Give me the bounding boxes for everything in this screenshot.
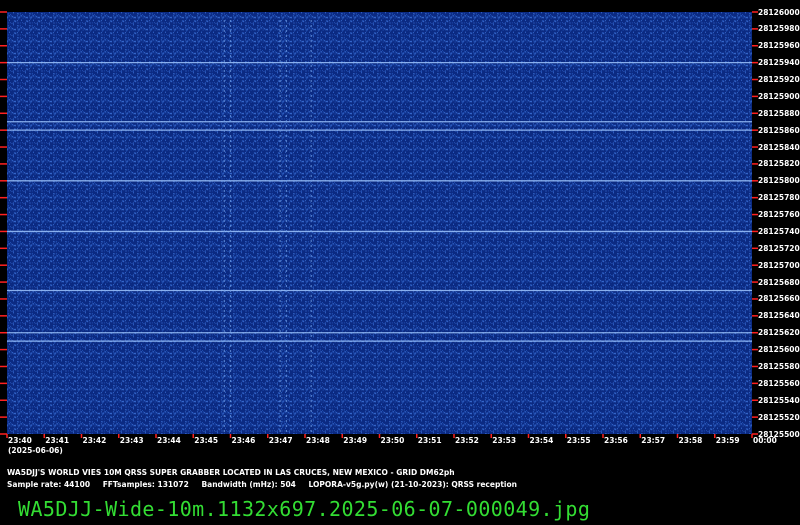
freq-label: 28125820	[758, 159, 800, 169]
freq-label: 28125700	[758, 260, 800, 270]
time-label: 23:47	[268, 436, 293, 445]
freq-label: 28125540	[758, 395, 800, 405]
freq-label: 28125960	[758, 41, 800, 51]
parameters-line: Sample rate: 44100 FFTsamples: 131072 Ba…	[7, 480, 527, 489]
freq-label: 28125980	[758, 24, 800, 34]
time-label: 23:41	[45, 436, 70, 445]
freq-label: 28125600	[758, 345, 800, 355]
time-label: 23:55	[566, 436, 591, 445]
time-label: 23:52	[455, 436, 479, 445]
time-label: 23:48	[306, 436, 330, 445]
freq-label: 28125640	[758, 311, 800, 321]
time-label: 00:00	[753, 436, 777, 445]
freq-label: 28125900	[758, 91, 800, 101]
time-label: 23:51	[417, 436, 442, 445]
freq-label: 28125660	[758, 294, 800, 304]
time-label: 23:40	[8, 436, 32, 445]
freq-label: 28125580	[758, 361, 800, 371]
station-info-line: WA5DJJ'S WORLD VIES 10M QRSS SUPER GRABB…	[7, 468, 455, 477]
freq-label: 28125780	[758, 193, 800, 203]
freq-label: 28125680	[758, 277, 800, 287]
time-label: 23:45	[194, 436, 219, 445]
filename-caption: WA5DJJ-Wide-10m.1132x697.2025-06-07-0000…	[18, 497, 591, 521]
freq-label: 28125800	[758, 176, 800, 186]
time-label: 23:59	[715, 436, 740, 445]
time-label: 23:50	[380, 436, 405, 445]
freq-label: 28125760	[758, 210, 800, 220]
freq-label: 28125620	[758, 328, 800, 338]
time-label: 23:42	[82, 436, 107, 445]
freq-label: 28125740	[758, 226, 800, 236]
time-label: 23:56	[604, 436, 628, 445]
noise-texture	[7, 12, 752, 434]
freq-label: 28125860	[758, 125, 800, 135]
date-label: (2025-06-06)	[8, 446, 63, 455]
time-label: 23:49	[343, 436, 368, 445]
freq-label: 28125720	[758, 243, 800, 253]
time-label: 23:54	[529, 436, 554, 445]
time-label: 23:57	[641, 436, 666, 445]
software-version: LOPORA-v5g.py(w) (21-10-2023): QRSS rece…	[308, 480, 517, 489]
freq-label: 28125840	[758, 142, 800, 152]
freq-label: 28125920	[758, 75, 800, 85]
freq-label: 28125940	[758, 58, 800, 68]
freq-label: 28125520	[758, 412, 800, 422]
freq-label: 28126000	[758, 7, 800, 17]
sample-rate: Sample rate: 44100	[7, 480, 91, 489]
fft-samples: FFTsamples: 131072	[102, 480, 189, 489]
bandwidth: Bandwidth (mHz): 504	[201, 480, 296, 489]
time-label: 23:46	[231, 436, 256, 445]
freq-label: 28125560	[758, 378, 800, 388]
spectrogram-waterfall	[0, 0, 800, 525]
time-label: 23:58	[678, 436, 703, 445]
time-label: 23:53	[492, 436, 517, 445]
time-label: 23:43	[119, 436, 144, 445]
spectrogram-svg	[0, 11, 758, 438]
freq-label: 28125880	[758, 108, 800, 118]
time-label: 23:44	[157, 436, 181, 445]
